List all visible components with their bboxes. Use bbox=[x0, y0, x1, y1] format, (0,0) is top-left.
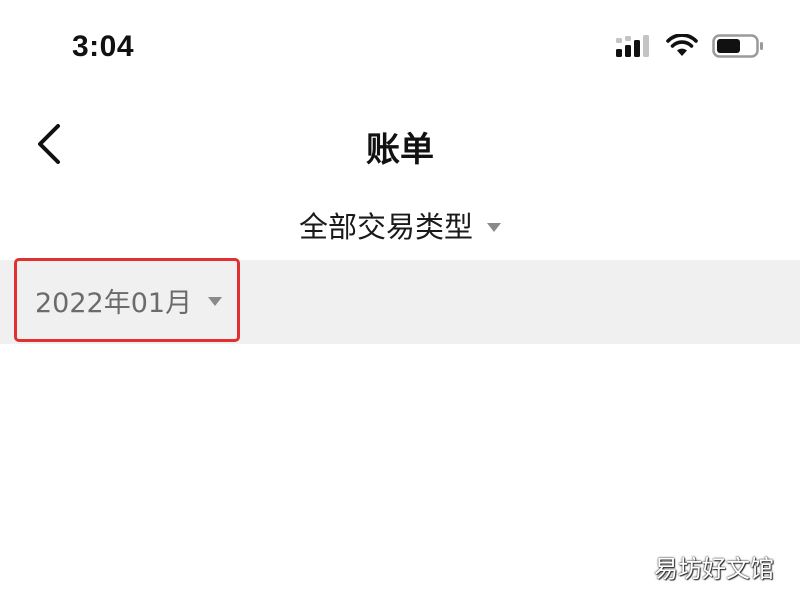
month-label: 2022年01月 bbox=[35, 287, 193, 319]
page-title: 账单 bbox=[366, 130, 434, 170]
transaction-type-label: 全部交易类型 bbox=[298, 210, 473, 244]
battery-icon bbox=[712, 34, 764, 58]
watermark: 易坊好文馆 bbox=[654, 555, 774, 583]
screen: 3:04 账单 全部交易类型 2022年01月 易坊好文馆 bbox=[0, 0, 800, 600]
status-icons bbox=[616, 34, 764, 58]
wifi-icon bbox=[666, 34, 698, 58]
caret-down-icon bbox=[208, 296, 223, 306]
month-dropdown[interactable]: 2022年01月 bbox=[14, 258, 240, 342]
caret-down-icon bbox=[487, 222, 501, 232]
transaction-type-dropdown[interactable]: 全部交易类型 bbox=[0, 204, 800, 246]
status-time: 3:04 bbox=[72, 30, 135, 63]
signal-icon bbox=[616, 35, 652, 57]
